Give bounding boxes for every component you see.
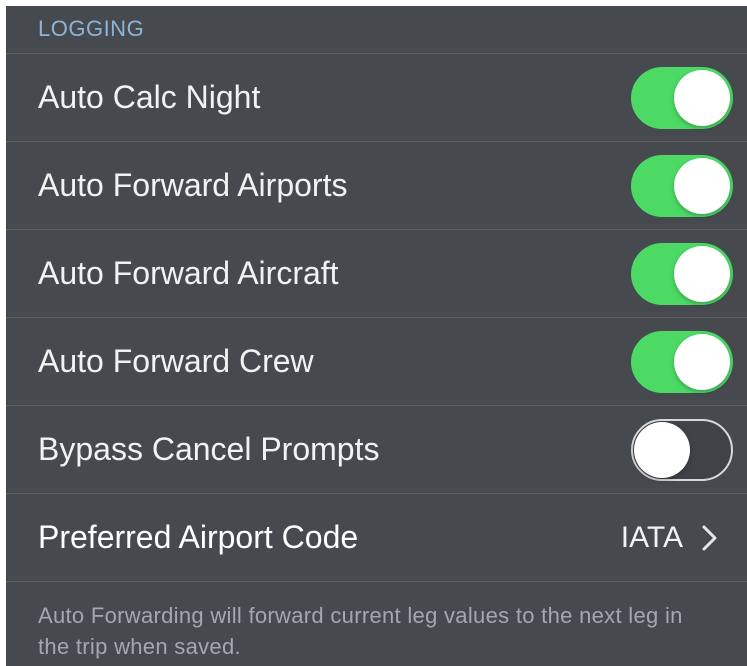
toggle-knob [634,421,690,478]
toggle-knob [674,245,730,302]
setting-row-preferred-airport-code[interactable]: Preferred Airport Code IATA [6,494,747,582]
setting-row-auto-calc-night: Auto Calc Night [6,54,747,142]
section-header-logging: LOGGING [6,6,747,54]
setting-label: Auto Forward Aircraft [38,255,339,291]
auto-forwarding-note: Auto Forwarding will forward current leg… [38,603,683,659]
setting-label: Auto Forward Crew [38,343,314,379]
setting-label: Auto Forward Airports [38,167,348,203]
setting-row-bypass-cancel-prompts: Bypass Cancel Prompts [6,406,747,494]
setting-label: Bypass Cancel Prompts [38,431,380,467]
toggle-knob [674,157,730,214]
auto-forward-crew-toggle[interactable] [631,330,733,393]
setting-label: Preferred Airport Code [38,519,359,555]
bypass-cancel-prompts-toggle[interactable] [631,418,733,481]
auto-calc-night-toggle[interactable] [631,66,733,129]
setting-row-auto-forward-crew: Auto Forward Crew [6,318,747,406]
logging-settings-screen: LOGGING Auto Calc Night Auto Forward Air… [6,6,747,666]
toggle-knob [674,333,730,390]
toggle-knob [674,69,730,126]
setting-row-auto-forward-aircraft: Auto Forward Aircraft [6,230,747,318]
setting-row-auto-forward-airports: Auto Forward Airports [6,142,747,230]
auto-forward-airports-toggle[interactable] [631,154,733,217]
preferred-airport-code-value-group[interactable]: IATA [621,521,733,555]
setting-label: Auto Calc Night [38,79,261,115]
chevron-right-icon [702,525,717,550]
auto-forward-aircraft-toggle[interactable] [631,242,733,305]
preferred-airport-code-value: IATA [620,520,683,554]
